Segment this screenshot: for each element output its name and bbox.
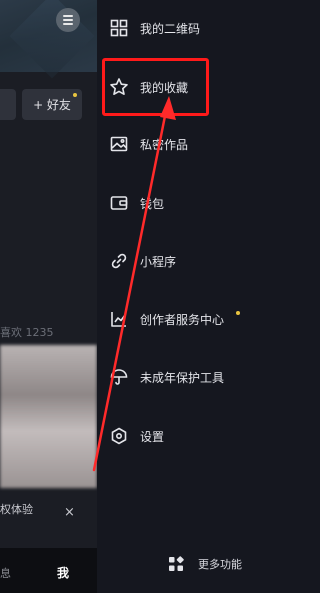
edit-profile-button[interactable] — [0, 89, 16, 120]
settings-icon — [109, 426, 129, 446]
add-friend-button[interactable]: + 好友 — [22, 89, 82, 120]
bottom-tab-bar — [0, 548, 97, 593]
drawer-item-label: 我的二维码 — [140, 21, 201, 36]
drawer-item-label: 小程序 — [140, 254, 177, 269]
profile-cover-image — [0, 0, 97, 72]
wallet-icon — [109, 193, 129, 213]
link-icon — [109, 251, 129, 271]
drawer-item-settings[interactable]: 设置 — [97, 416, 317, 456]
trial-close-icon[interactable]: × — [64, 505, 75, 520]
menu-button[interactable] — [56, 8, 80, 32]
drawer-item-qrcode[interactable]: 我的二维码 — [97, 8, 317, 48]
notification-dot — [236, 311, 240, 315]
tab-message[interactable]: 息 — [0, 565, 11, 581]
more-features-button[interactable]: 更多功能 — [97, 552, 317, 576]
drawer-item-mini-program[interactable]: 小程序 — [97, 241, 317, 281]
grid-icon — [168, 556, 184, 572]
drawer-item-label: 创作者服务中心 — [140, 312, 225, 327]
likes-count: 喜欢 1235 — [0, 326, 54, 339]
drawer-item-wallet[interactable]: 钱包 — [97, 183, 317, 223]
image-icon — [109, 134, 129, 154]
drawer-item-label: 私密作品 — [140, 137, 189, 152]
drawer-item-label: 钱包 — [140, 196, 165, 211]
drawer-item-label: 设置 — [140, 429, 165, 444]
drawer-item-label: 未成年保护工具 — [140, 370, 225, 385]
highlight-box — [102, 58, 209, 116]
more-features-label: 更多功能 — [198, 558, 242, 571]
chart-icon — [109, 309, 129, 329]
tab-me[interactable]: 我 — [57, 564, 69, 581]
umbrella-icon — [109, 367, 129, 387]
menu-icon — [63, 15, 73, 17]
drawer-item-private-works[interactable]: 私密作品 — [97, 124, 317, 164]
drawer-item-minor-protection[interactable]: 未成年保护工具 — [97, 357, 317, 397]
trial-banner-text: 权体验 — [0, 503, 33, 516]
video-thumbnail[interactable] — [0, 345, 97, 488]
profile-page-background: + 好友 喜欢 1235 权体验 × 息 我 — [0, 0, 97, 593]
notification-dot — [73, 93, 77, 97]
add-friend-label: + 好友 — [33, 98, 71, 112]
qrcode-icon — [109, 18, 129, 38]
drawer-item-creator-center[interactable]: 创作者服务中心 — [97, 299, 317, 339]
